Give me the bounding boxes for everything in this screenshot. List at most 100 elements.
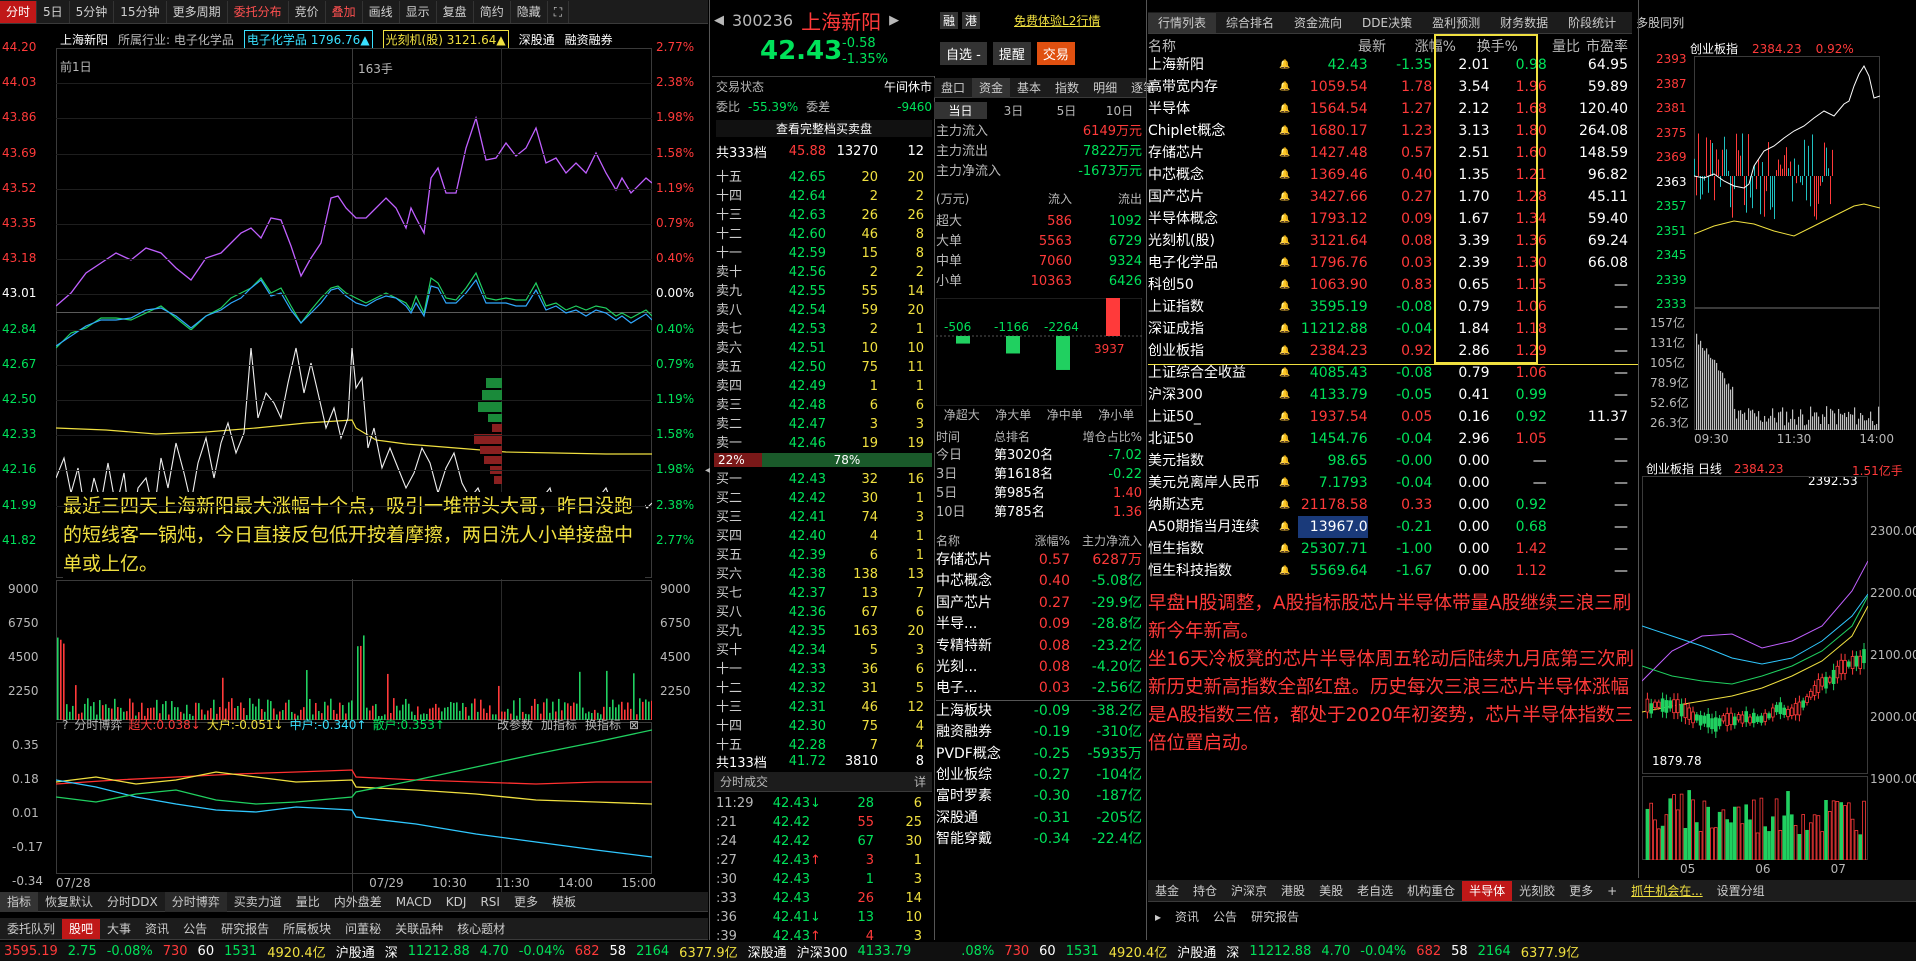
prev-stock-icon[interactable]: ◀ (714, 13, 724, 28)
period-3d[interactable]: 3日 (987, 102, 1040, 119)
quote-row[interactable]: 上海新阳 🔔 42.43 -1.35 2.01 0.98 64.95 (1148, 54, 1628, 76)
sector-name[interactable]: 中芯概念 (936, 571, 1012, 592)
quote-row[interactable]: 国产芯片 🔔 3427.66 0.27 1.70 1.28 45.11 (1148, 186, 1628, 208)
quote-row[interactable]: 创业板指 🔔 2384.23 0.92 2.86 1.29— (1148, 340, 1628, 362)
quote-name[interactable]: 科创50 (1148, 274, 1279, 296)
tab-5day[interactable]: 5日 (37, 0, 70, 23)
sector-name[interactable]: 存储芯片 (936, 550, 1012, 571)
quote-row[interactable]: 上证综合全收益 🔔 4085.43 -0.08 0.79 1.06 — (1148, 362, 1628, 384)
quote-name[interactable]: 光刻机(股) (1148, 230, 1279, 252)
bell-icon[interactable]: 🔔 (1279, 76, 1297, 98)
tab-volratio[interactable]: 量比 (289, 892, 327, 912)
sub-tab-notice[interactable]: 公告 (1206, 907, 1244, 927)
tab-news[interactable]: 资讯 (138, 919, 176, 939)
overlay-electronic-chem[interactable]: 电子化学品 1796.76▲ (243, 30, 373, 49)
sector-row[interactable]: 富时罗素 -0.30 -187亿 (936, 786, 1142, 807)
sector-name[interactable]: 国产芯片 (936, 593, 1012, 614)
sector-row[interactable]: 创业板综 -0.27 -104亿 (936, 765, 1142, 786)
quote-row[interactable]: 半导体概念 🔔 1793.12 0.09 1.67 1.34 59.40 (1148, 208, 1628, 230)
tab-hide[interactable]: 隐藏 (511, 0, 548, 23)
sb-hgt[interactable]: 沪股通 (336, 942, 375, 961)
tab-5min[interactable]: 5分钟 (70, 0, 115, 23)
list-tab[interactable]: 半导体 (1462, 880, 1513, 901)
tab-force[interactable]: 买卖力道 (227, 892, 289, 912)
tab-auction[interactable]: 竞价 (289, 0, 326, 23)
sector-row[interactable]: 国产芯片 0.27 -29.9亿 (936, 593, 1142, 614)
bell-icon[interactable]: 🔔 (1279, 494, 1297, 516)
sector-row[interactable]: 上海板块 -0.09 -38.2亿 (936, 699, 1142, 722)
tab-sector[interactable]: 所属板块 (276, 919, 338, 939)
bell-icon[interactable]: 🔔 (1279, 208, 1297, 230)
quote-row[interactable]: 上证50_ 🔔 1937.54 0.05 0.16 0.92 11.37 (1148, 406, 1628, 428)
bell-icon[interactable]: 🔔 (1279, 384, 1297, 406)
list-tab[interactable]: 港股 (1274, 881, 1312, 901)
bell-icon[interactable]: 🔔 (1279, 120, 1297, 142)
tab-index[interactable]: 指数 (1048, 78, 1086, 98)
list-tab[interactable]: 光刻胶 (1512, 881, 1562, 901)
quote-row[interactable]: 纳斯达克 🔔 21178.58 0.33 0.00 0.92 — (1148, 494, 1628, 516)
quote-row[interactable]: 恒生指数 🔔 25307.71 -1.00 0.00 1.42 — (1148, 538, 1628, 560)
tab-financial[interactable]: 财务数据 (1490, 13, 1558, 33)
tab-overlay[interactable]: 叠加 (326, 0, 363, 23)
quote-name[interactable]: 半导体 (1148, 98, 1279, 120)
tab-pankou[interactable]: 盘口 (934, 78, 972, 98)
tab-display[interactable]: 显示 (400, 0, 437, 23)
hdr-pe[interactable]: 市盈率 (1580, 36, 1628, 56)
bell-icon[interactable]: 🔔 (1279, 560, 1297, 582)
quote-name[interactable]: 北证50 (1148, 428, 1279, 450)
hdr-latest[interactable]: 最新 (1310, 36, 1386, 56)
period-today[interactable]: 当日 (934, 101, 987, 119)
tab-macd[interactable]: MACD (389, 892, 439, 912)
favorite-button[interactable]: 自选 - (940, 42, 987, 65)
tab-quote-list[interactable]: 行情列表 (1148, 12, 1217, 33)
quote-name[interactable]: 美元指数 (1148, 450, 1279, 472)
list-tab[interactable]: 老自选 (1350, 881, 1400, 901)
tab-template[interactable]: 模板 (545, 892, 583, 912)
quote-name[interactable]: A50期指当月连续 (1148, 516, 1279, 538)
quote-name[interactable]: 电子化学品 (1148, 252, 1279, 274)
quote-row[interactable]: 科创50 🔔 1063.90 0.83 0.65 1.15— (1148, 274, 1628, 296)
sector-name[interactable]: PVDF概念 (936, 744, 1012, 765)
tab-guba[interactable]: 股吧 (62, 918, 101, 939)
bell-icon[interactable]: 🔔 (1279, 340, 1297, 362)
fullscreen-icon[interactable]: ⛶ (548, 0, 570, 23)
sector-name[interactable]: 富时罗素 (936, 786, 1012, 807)
list-tab[interactable]: 美股 (1312, 881, 1350, 901)
quote-row[interactable]: 美元兑离岸人民币 🔔 7.1793 -0.04 0.00 — — (1148, 472, 1628, 494)
tab-forecast[interactable]: 盈利预测 (1422, 13, 1490, 33)
list-tab[interactable]: 机构重仓 (1400, 881, 1462, 901)
collapse-left-icon[interactable]: ◂ (705, 465, 710, 476)
bell-icon[interactable]: 🔔 (1279, 54, 1297, 76)
quote-name[interactable]: 上证50_ (1148, 406, 1279, 428)
tab-rsi[interactable]: RSI (473, 892, 507, 912)
tab-research[interactable]: 研究报告 (214, 919, 276, 939)
period-5d[interactable]: 5日 (1040, 102, 1093, 119)
bell-icon[interactable]: 🔔 (1279, 230, 1297, 252)
tab-replay[interactable]: 复盘 (437, 0, 474, 23)
tab-dde[interactable]: DDE决策 (1352, 13, 1422, 33)
sector-name[interactable]: 专精特新 (936, 636, 1012, 657)
tab-rank[interactable]: 综合排名 (1216, 13, 1284, 33)
sub-tab-arrow[interactable]: ▸ (1148, 907, 1168, 927)
tab-detail[interactable]: 明细 (1086, 78, 1124, 98)
quote-row[interactable]: 沪深300 🔔 4133.79 -0.05 0.41 0.99 — (1148, 384, 1628, 406)
tab-kdj[interactable]: KDJ (439, 892, 474, 912)
quote-row[interactable]: 光刻机(股) 🔔 3121.64 0.08 3.39 1.36 69.24 (1148, 230, 1628, 252)
tab-core-theme[interactable]: 核心题材 (450, 919, 512, 939)
quote-name[interactable]: 中芯概念 (1148, 164, 1279, 186)
bell-icon[interactable]: 🔔 (1279, 296, 1297, 318)
sector-row[interactable]: 电子... 0.03 -2.56亿 (936, 678, 1142, 699)
bell-icon[interactable]: 🔔 (1279, 252, 1297, 274)
bell-icon[interactable]: 🔔 (1279, 516, 1297, 538)
sector-row[interactable]: PVDF概念 -0.25 -5935万 (936, 744, 1142, 765)
hdr-name[interactable]: 名称 (1148, 36, 1310, 56)
quote-row[interactable]: 深证成指 🔔 11212.88 -0.04 1.84 1.18— (1148, 318, 1628, 340)
sb-r-hgt[interactable]: 沪股通 (1177, 942, 1216, 961)
bell-icon[interactable]: 🔔 (1279, 164, 1297, 186)
bell-icon[interactable]: 🔔 (1279, 450, 1297, 472)
quote-name[interactable]: 美元兑离岸人民币 (1148, 472, 1279, 494)
quote-row[interactable]: 北证50 🔔 1454.76 -0.04 2.96 1.05 — (1148, 428, 1628, 450)
sector-row[interactable]: 半导... 0.09 -28.8亿 (936, 614, 1142, 635)
tab-more[interactable]: 更多 (507, 892, 545, 912)
list-tab[interactable]: 更多 (1562, 881, 1600, 901)
